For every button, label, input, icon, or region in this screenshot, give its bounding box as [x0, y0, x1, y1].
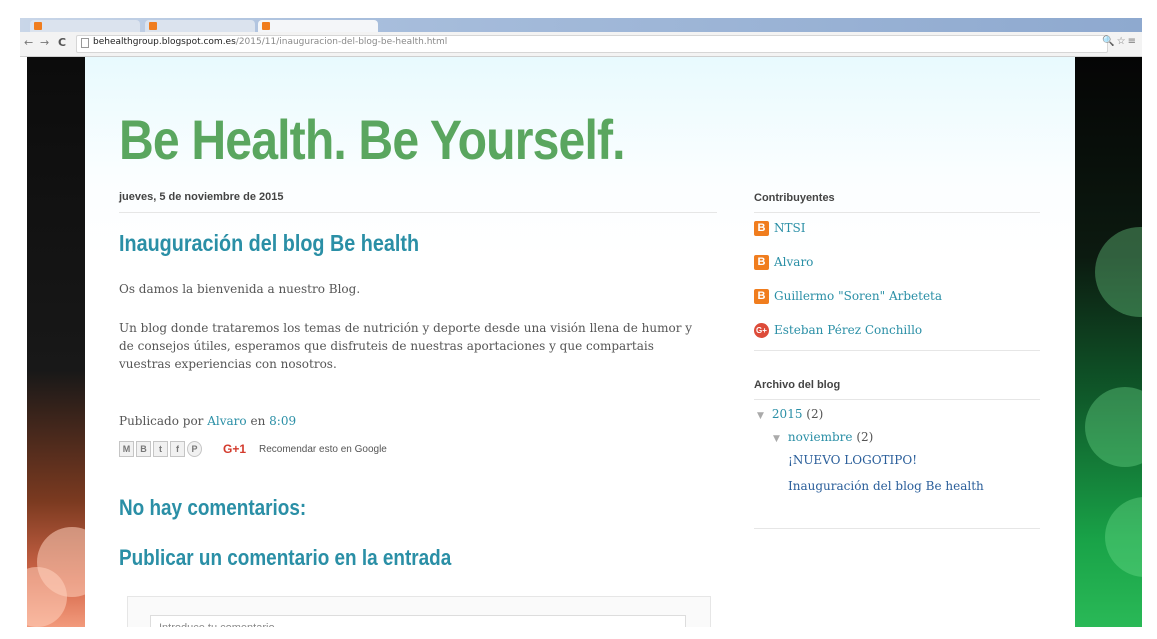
blog-title[interactable]: Be Health. Be Yourself. — [119, 108, 626, 172]
contributor-name[interactable]: Guillermo "Soren" Arbeteta — [774, 287, 942, 305]
archive-post-link[interactable]: Inauguración del blog Be health — [788, 478, 984, 494]
reload-icon[interactable]: C — [58, 36, 66, 49]
contributors-heading: Contribuyentes — [754, 192, 835, 204]
bokeh-decoration — [1105, 497, 1142, 577]
comments-heading: No hay comentarios: — [119, 495, 307, 520]
contributor-name[interactable]: Alvaro — [774, 253, 813, 271]
blogger-icon: B — [754, 221, 769, 236]
comment-form: Introduce tu comentario... — [127, 596, 711, 627]
divider — [754, 350, 1040, 351]
page-icon — [81, 38, 89, 48]
blogger-icon: B — [754, 255, 769, 270]
browser-tab[interactable] — [145, 20, 255, 32]
browser-toolbar-icons[interactable]: 🔍☆≡ — [1102, 36, 1138, 47]
on-label: en — [250, 414, 266, 428]
comment-input[interactable]: Introduce tu comentario... — [150, 615, 686, 627]
twitter-share-icon[interactable]: t — [153, 441, 168, 457]
post-comment-heading: Publicar un comentario en la entrada — [119, 545, 452, 570]
collapse-triangle-icon[interactable]: ▼ — [757, 411, 764, 421]
collapse-triangle-icon[interactable]: ▼ — [773, 434, 780, 444]
contributor-name[interactable]: Esteban Pérez Conchillo — [774, 321, 922, 339]
favicon-icon — [34, 22, 42, 30]
url-text: behealthgroup.blogspot.com.es/2015/11/in… — [93, 37, 448, 47]
blogger-icon: B — [754, 289, 769, 304]
blog-this-icon[interactable]: B — [136, 441, 151, 457]
archive-month-count: (2) — [856, 430, 874, 444]
bottom-margin — [0, 627, 1157, 639]
divider — [754, 212, 1040, 213]
archive-month[interactable]: ▼ noviembre (2) — [773, 429, 873, 447]
archive-year-link[interactable]: 2015 — [772, 407, 803, 421]
archive-heading: Archivo del blog — [754, 379, 841, 391]
bokeh-decoration — [1095, 227, 1142, 317]
favicon-icon — [149, 22, 157, 30]
right-background — [1075, 57, 1142, 627]
divider — [119, 212, 717, 213]
email-share-icon[interactable]: M — [119, 441, 134, 457]
bokeh-decoration — [1085, 387, 1142, 467]
browser-tab-active[interactable] — [258, 20, 378, 32]
post-time-link[interactable]: 8:09 — [269, 414, 296, 428]
author-link[interactable]: Alvaro — [207, 414, 246, 428]
back-arrow-icon[interactable]: ← — [24, 36, 33, 49]
browser-address-bar: ← → C behealthgroup.blogspot.com.es/2015… — [20, 32, 1142, 57]
google-plus-one-button[interactable]: G+1 — [223, 442, 246, 456]
archive-post-link[interactable]: ¡NUEVO LOGOTIPO! — [788, 452, 917, 468]
post-paragraph: Un blog donde trataremos los temas de nu… — [119, 321, 693, 371]
post-byline: Publicado por Alvaro en 8:09 — [119, 414, 296, 428]
blogger-favicon-icon — [262, 22, 270, 30]
left-background — [27, 57, 85, 627]
divider — [754, 399, 1040, 400]
facebook-share-icon[interactable]: f — [170, 441, 185, 457]
divider — [754, 528, 1040, 529]
browser-tab[interactable] — [30, 20, 140, 32]
post-date: jueves, 5 de noviembre de 2015 — [119, 191, 284, 203]
archive-year-count: (2) — [806, 407, 824, 421]
pinterest-share-icon[interactable]: P — [187, 441, 202, 457]
post-title[interactable]: Inauguración del blog Be health — [119, 229, 419, 257]
post-paragraph: Os damos la bienvenida a nuestro Blog. — [119, 282, 361, 296]
contributor-name[interactable]: NTSI — [774, 219, 805, 237]
browser-tab-strip — [20, 18, 1142, 32]
forward-arrow-icon[interactable]: → — [40, 36, 49, 49]
archive-month-link[interactable]: noviembre — [788, 430, 853, 444]
google-plus-icon: G+ — [754, 323, 769, 338]
published-by-label: Publicado por — [119, 414, 204, 428]
recommend-google-text: Recomendar esto en Google — [259, 444, 387, 455]
url-input[interactable]: behealthgroup.blogspot.com.es/2015/11/in… — [76, 35, 1108, 53]
archive-year[interactable]: ▼ 2015 (2) — [757, 406, 823, 424]
